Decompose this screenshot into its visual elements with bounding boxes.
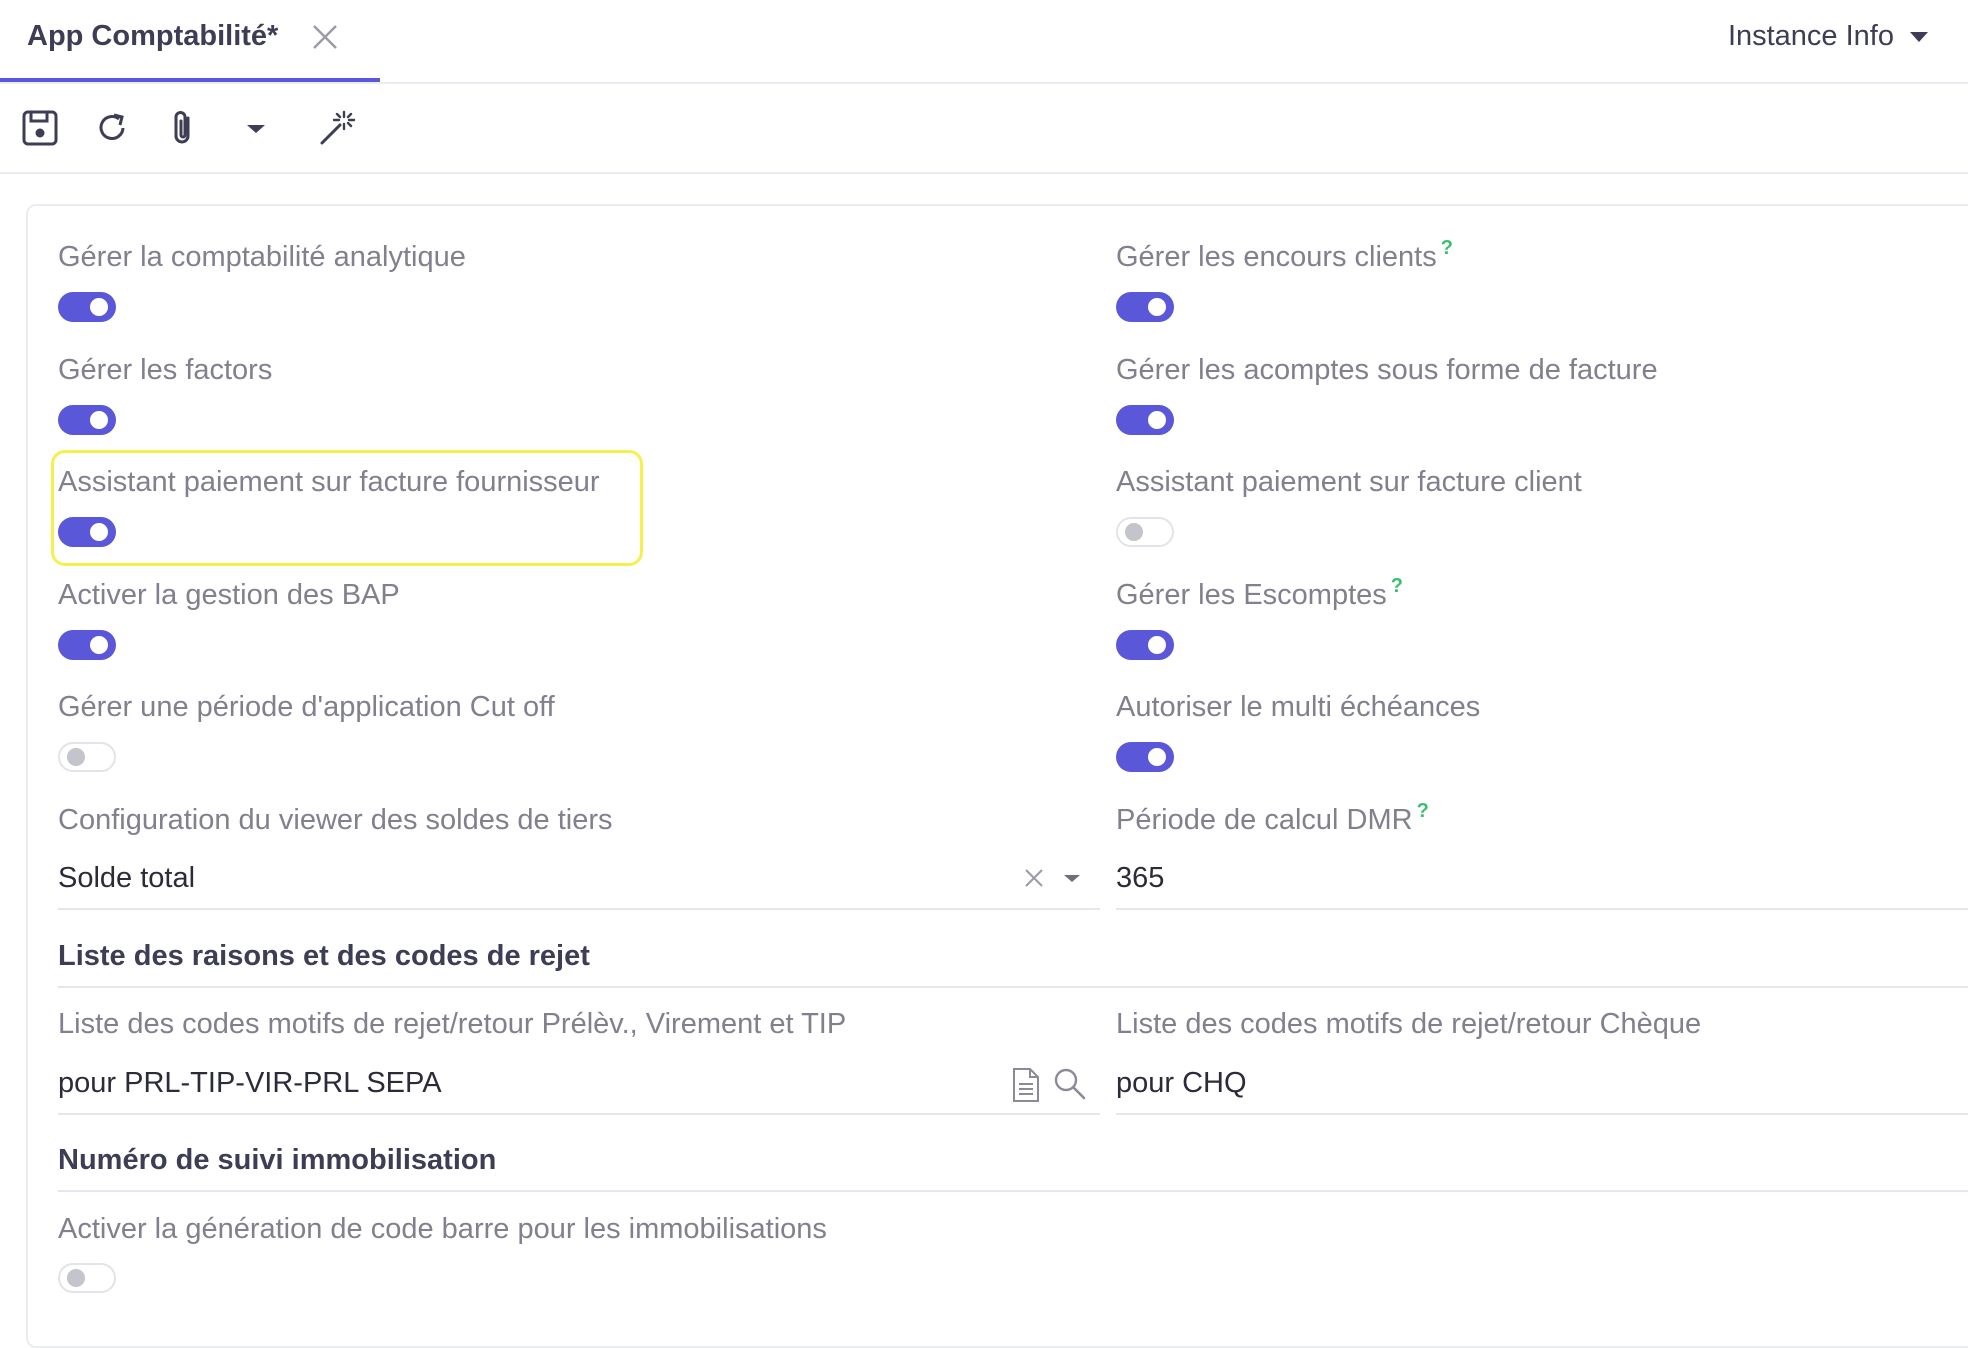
bap-label: Activer la gestion des BAP <box>58 579 400 611</box>
code-barre-toggle[interactable] <box>58 1263 116 1293</box>
cutoff-toggle[interactable] <box>58 742 116 772</box>
viewer-soldes-underline <box>58 908 1100 910</box>
close-icon[interactable] <box>310 22 340 52</box>
multi-echeances-toggle[interactable] <box>1116 742 1174 772</box>
chevron-down-icon[interactable] <box>1060 866 1084 890</box>
toggle-knob <box>1148 298 1166 316</box>
escomptes-label: Gérer les Escomptes? <box>1116 575 1403 612</box>
section-immobilisation-divider <box>58 1190 1968 1192</box>
periode-dmr-underline <box>1116 908 1968 910</box>
toggle-knob <box>67 1269 85 1287</box>
code-barre-label: Activer la génération de code barre pour… <box>58 1213 827 1245</box>
document-icon[interactable] <box>1010 1066 1042 1104</box>
section-rejet-divider <box>58 986 1968 988</box>
section-rejet-title: Liste des raisons et des codes de rejet <box>58 940 590 972</box>
factors-label: Gérer les factors <box>58 354 273 386</box>
encours-label: Gérer les encours clients? <box>1116 237 1453 274</box>
periode-dmr-input[interactable]: 365 <box>1116 862 1164 895</box>
codes-prel-field[interactable]: pour PRL-TIP-VIR-PRL SEPA <box>58 1067 442 1100</box>
toggle-knob <box>90 523 108 541</box>
encours-toggle[interactable] <box>1116 292 1174 322</box>
viewer-soldes-label: Configuration du viewer des soldes de ti… <box>58 804 613 836</box>
tab-app-comptabilite[interactable]: App Comptabilité* <box>0 0 380 82</box>
acomptes-label: Gérer les acomptes sous forme de facture <box>1116 354 1658 386</box>
factors-toggle[interactable] <box>58 405 116 435</box>
help-icon[interactable]: ? <box>1441 237 1453 259</box>
periode-dmr-label: Période de calcul DMR? <box>1116 800 1429 837</box>
bap-toggle[interactable] <box>58 630 116 660</box>
toolbar <box>0 84 1968 174</box>
tab-title: App Comptabilité* <box>27 20 279 52</box>
save-icon[interactable] <box>18 106 62 150</box>
dropdown-icon[interactable] <box>234 106 278 150</box>
toggle-knob <box>1148 411 1166 429</box>
help-icon[interactable]: ? <box>1417 800 1429 822</box>
toggle-knob <box>1148 748 1166 766</box>
codes-cheque-underline <box>1116 1113 1968 1115</box>
codes-prel-label: Liste des codes motifs de rejet/retour P… <box>58 1008 847 1040</box>
escomptes-label-text: Gérer les Escomptes <box>1116 579 1387 611</box>
help-icon[interactable]: ? <box>1391 575 1403 597</box>
section-immobilisation-title: Numéro de suivi immobilisation <box>58 1144 497 1176</box>
magic-wand-icon[interactable] <box>314 106 358 150</box>
assistant-fournisseur-label: Assistant paiement sur facture fournisse… <box>58 466 600 498</box>
codes-cheque-field[interactable]: pour CHQ <box>1116 1067 1247 1100</box>
assistant-fournisseur-toggle[interactable] <box>58 517 116 547</box>
codes-cheque-label: Liste des codes motifs de rejet/retour C… <box>1116 1008 1702 1040</box>
attachment-icon[interactable] <box>162 106 206 150</box>
analytique-label: Gérer la comptabilité analytique <box>58 241 466 273</box>
viewer-soldes-select[interactable]: Solde total <box>58 862 195 895</box>
acomptes-toggle[interactable] <box>1116 405 1174 435</box>
toggle-knob <box>90 298 108 316</box>
search-icon[interactable] <box>1052 1066 1088 1102</box>
chevron-down-icon <box>1910 31 1928 42</box>
toggle-knob <box>1148 636 1166 654</box>
refresh-icon[interactable] <box>90 106 134 150</box>
toggle-knob <box>1125 523 1143 541</box>
assistant-client-toggle[interactable] <box>1116 517 1174 547</box>
escomptes-toggle[interactable] <box>1116 630 1174 660</box>
toggle-knob <box>90 636 108 654</box>
instance-info-label: Instance Info <box>1727 20 1894 52</box>
toggle-knob <box>90 411 108 429</box>
tab-bar: App Comptabilité* Instance Info <box>0 0 1968 84</box>
analytique-toggle[interactable] <box>58 292 116 322</box>
instance-info-menu[interactable]: Instance Info <box>1728 20 1928 53</box>
encours-label-text: Gérer les encours clients <box>1116 241 1437 273</box>
cutoff-label: Gérer une période d'application Cut off <box>58 691 555 723</box>
codes-prel-underline <box>58 1113 1100 1115</box>
clear-icon[interactable] <box>1022 866 1046 890</box>
assistant-client-label: Assistant paiement sur facture client <box>1116 466 1582 498</box>
multi-echeances-label: Autoriser le multi échéances <box>1116 691 1481 723</box>
periode-dmr-label-text: Période de calcul DMR <box>1116 804 1413 836</box>
toggle-knob <box>67 748 85 766</box>
